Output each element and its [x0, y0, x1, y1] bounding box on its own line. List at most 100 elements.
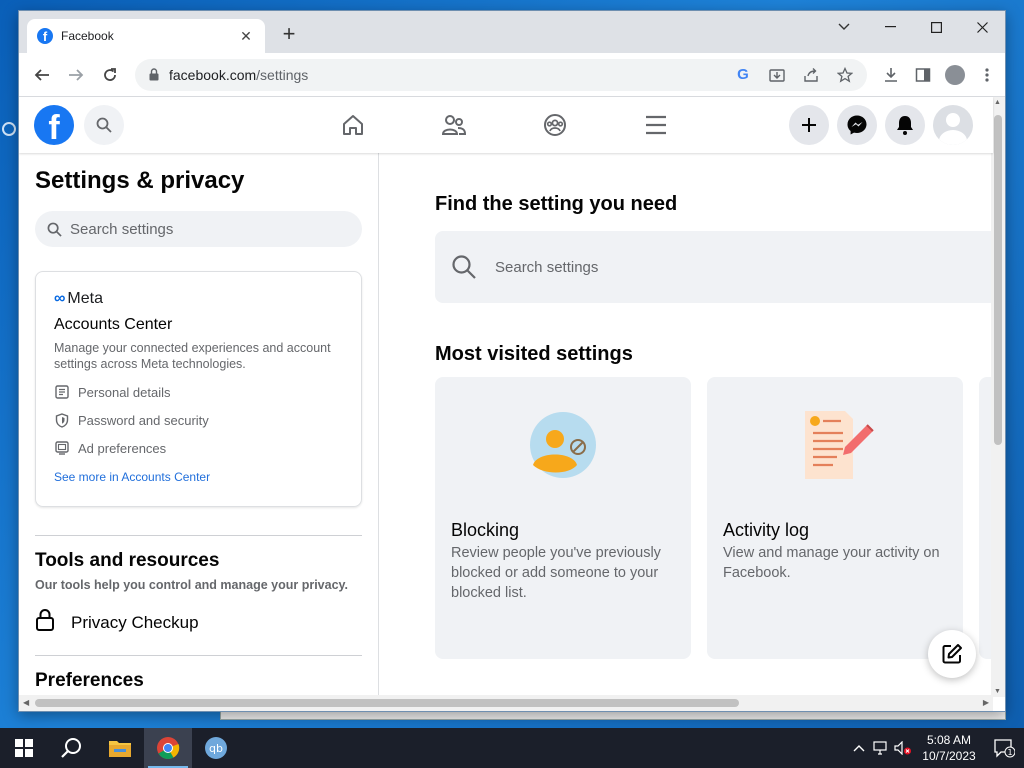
preferences-title: Preferences — [35, 670, 144, 691]
groups-icon[interactable] — [537, 107, 573, 143]
volume-muted-icon[interactable] — [892, 741, 914, 755]
downloads-icon[interactable] — [881, 65, 901, 85]
main-search-placeholder: Search settings — [495, 258, 599, 276]
system-clock[interactable]: 5:08 AM 10/7/2023 — [914, 732, 984, 764]
profile-icon[interactable] — [945, 64, 965, 85]
create-plus-button[interactable] — [789, 105, 829, 145]
account-avatar[interactable] — [933, 105, 973, 145]
messenger-icon — [847, 115, 867, 135]
document-pencil-icon — [805, 411, 874, 479]
maximize-button[interactable] — [913, 11, 959, 43]
profile-avatar — [945, 64, 965, 85]
taskbar-file-explorer[interactable] — [96, 728, 144, 768]
clock-time: 5:08 AM — [926, 733, 972, 747]
accounts-item-ad-preferences[interactable]: Ad preferences — [54, 440, 343, 456]
accounts-center-description: Manage your connected experiences and ac… — [54, 341, 331, 371]
bell-icon — [897, 116, 913, 135]
privacy-checkup-item[interactable]: Privacy Checkup — [35, 608, 362, 637]
svg-text:qb: qb — [209, 742, 223, 755]
window-controls — [821, 11, 1005, 43]
new-tab-button[interactable]: + — [277, 23, 301, 47]
settings-title: Settings & privacy — [35, 167, 245, 194]
start-button[interactable] — [0, 728, 48, 768]
messenger-button[interactable] — [837, 105, 877, 145]
activity-log-card-title: Activity log — [723, 520, 810, 540]
home-icon[interactable] — [335, 107, 371, 143]
most-visited-title: Most visited settings — [435, 343, 633, 365]
reload-button[interactable] — [95, 60, 125, 90]
taskbar-chrome[interactable] — [144, 728, 192, 768]
tab-search-chevron-icon[interactable] — [821, 11, 867, 43]
activity-log-card-description: View and manage your activity on Faceboo… — [723, 545, 940, 581]
folder-icon — [109, 741, 131, 757]
qbittorrent-icon: qb — [205, 737, 227, 759]
forward-button[interactable] — [61, 60, 91, 90]
notifications-button[interactable] — [885, 105, 925, 145]
scroll-up-arrow-icon[interactable]: ▲ — [994, 99, 1001, 106]
compose-edit-icon — [942, 644, 962, 664]
search-icon — [47, 222, 62, 237]
scroll-down-arrow-icon[interactable]: ▼ — [994, 688, 1001, 695]
friends-icon[interactable] — [436, 107, 472, 143]
scroll-right-arrow-icon[interactable]: ▶ — [983, 698, 989, 707]
network-icon[interactable] — [870, 741, 892, 755]
menu-kebab-icon[interactable] — [977, 65, 997, 85]
search-icon — [96, 117, 112, 133]
vertical-scroll-thumb[interactable] — [994, 115, 1002, 445]
blocking-card-description: Review people you've previously blocked … — [451, 545, 661, 601]
new-message-button[interactable] — [928, 630, 976, 678]
sidebar-search-input[interactable]: Search settings — [35, 211, 362, 247]
accounts-item-password-security[interactable]: Password and security — [54, 412, 343, 428]
accounts-center-card[interactable]: ∞ Meta Accounts Center Manage your conne… — [35, 271, 362, 507]
tab-facebook[interactable]: f Facebook ✕ — [27, 19, 265, 53]
tab-strip: f Facebook ✕ + — [19, 11, 1005, 53]
hamburger-menu-icon[interactable] — [638, 107, 674, 143]
url-text[interactable]: facebook.com/settings — [169, 67, 733, 83]
facebook-logo-icon[interactable]: f — [34, 105, 74, 145]
vertical-scrollbar[interactable]: ▲ ▼ — [991, 97, 1005, 697]
omnibox-actions: G — [733, 65, 855, 85]
back-button[interactable] — [27, 60, 57, 90]
facebook-header: f — [19, 97, 993, 153]
activity-log-card[interactable]: Activity log View and manage your activi… — [707, 377, 963, 659]
divider — [35, 535, 362, 536]
minimize-button[interactable] — [867, 11, 913, 43]
scroll-left-arrow-icon[interactable]: ◀ — [23, 698, 29, 707]
browser-toolbar: facebook.com/settings G — [19, 53, 1005, 97]
action-center-button[interactable]: 1 — [984, 738, 1024, 758]
install-app-icon[interactable] — [767, 65, 787, 85]
accounts-item-personal-details[interactable]: Personal details — [54, 384, 343, 400]
blocking-illustration — [435, 407, 691, 487]
tab-close-icon[interactable]: ✕ — [237, 28, 255, 45]
notification-icon: 1 — [994, 739, 1015, 758]
see-more-accounts-center-link[interactable]: See more in Accounts Center — [54, 470, 343, 484]
windows-logo-icon — [15, 739, 33, 757]
facebook-search-button[interactable] — [84, 105, 124, 145]
tray-chevron-up-icon[interactable] — [848, 744, 870, 752]
horizontal-scrollbar[interactable]: ◀ ▶ — [19, 695, 993, 711]
tools-resources-subtitle: Our tools help you control and manage yo… — [35, 578, 349, 592]
google-lens-icon[interactable]: G — [733, 65, 753, 85]
accounts-center-title: Accounts Center — [54, 316, 173, 333]
main-search-input[interactable]: Search settings — [435, 231, 993, 303]
share-icon[interactable] — [801, 65, 821, 85]
lock-icon — [35, 608, 59, 637]
side-panel-icon[interactable] — [913, 65, 933, 85]
bookmark-star-icon[interactable] — [835, 65, 855, 85]
windows-taskbar: qb 5:08 AM 10/7/2023 1 — [0, 728, 1024, 768]
activity-log-illustration — [707, 407, 963, 487]
blocking-card-title: Blocking — [451, 520, 520, 540]
facebook-favicon-icon: f — [37, 28, 53, 44]
horizontal-scroll-thumb[interactable] — [35, 699, 739, 707]
taskbar-qbittorrent[interactable]: qb — [192, 728, 240, 768]
meta-logo-icon: ∞ — [54, 290, 66, 307]
desktop-icon-partial[interactable] — [0, 118, 18, 178]
taskbar-search-button[interactable] — [48, 728, 96, 768]
address-bar[interactable]: facebook.com/settings G — [135, 58, 867, 91]
lock-icon[interactable] — [147, 68, 161, 82]
find-setting-title: Find the setting you need — [435, 193, 678, 215]
id-card-icon — [54, 384, 70, 400]
blocking-card[interactable]: Blocking Review people you've previously… — [435, 377, 691, 659]
close-window-button[interactable] — [959, 11, 1005, 43]
chrome-icon — [157, 737, 180, 759]
